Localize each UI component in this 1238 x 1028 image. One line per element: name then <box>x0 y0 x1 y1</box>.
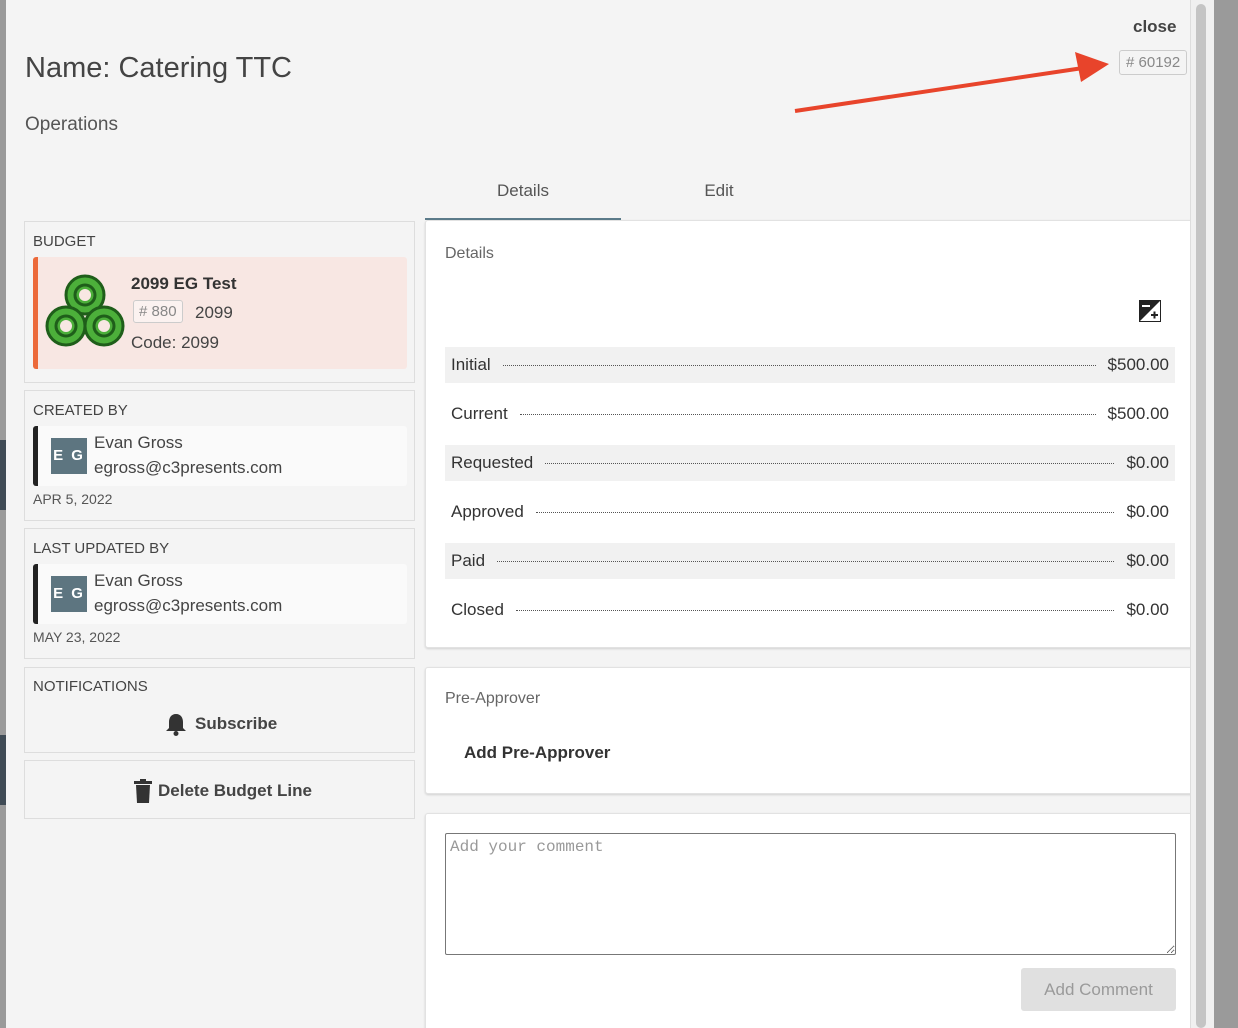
add-pre-approver-button[interactable]: Add Pre-Approver <box>464 743 610 763</box>
bell-icon <box>166 714 186 736</box>
amount-row-requested: Requested $0.00 <box>445 445 1175 481</box>
dotted-leader <box>497 560 1115 562</box>
dotted-leader <box>515 609 1115 611</box>
dotted-leader <box>545 462 1115 464</box>
budget-card: BUDGET 2099 EG Test # 880 2099 Code: 209… <box>24 221 415 383</box>
delete-budget-line-button[interactable]: Delete Budget Line <box>134 779 312 803</box>
dotted-leader <box>502 364 1096 366</box>
comment-input[interactable] <box>445 833 1176 955</box>
row-label: Closed <box>451 600 504 619</box>
budget-code: Code: 2099 <box>131 333 219 352</box>
created-by-card: CREATED BY E G Evan Gross egross@c3prese… <box>24 390 415 521</box>
row-label: Paid <box>451 551 486 570</box>
amount-row-current: Current $500.00 <box>445 396 1175 432</box>
budget-logo-icon <box>45 274 125 347</box>
row-label: Initial <box>451 355 491 374</box>
exposure-icon[interactable] <box>1138 299 1162 323</box>
amount-row-initial: Initial $500.00 <box>445 347 1175 383</box>
updated-date: MAY 23, 2022 <box>33 629 121 645</box>
scrollbar[interactable] <box>1190 0 1214 1028</box>
user-entry: E G Evan Gross egross@c3presents.com <box>33 564 407 624</box>
tab-edit[interactable]: Edit <box>621 172 817 220</box>
close-button[interactable]: close <box>1133 17 1176 37</box>
row-value: $500.00 <box>1107 355 1169 374</box>
row-value: $0.00 <box>1126 453 1169 472</box>
annotation-arrow-icon <box>794 52 1109 113</box>
budget-item[interactable]: 2099 EG Test # 880 2099 Code: 2099 <box>33 257 407 369</box>
created-by-label: CREATED BY <box>33 402 128 419</box>
amount-row-closed: Closed $0.00 <box>445 592 1175 628</box>
page-subtitle: Operations <box>25 114 118 135</box>
scrollbar-thumb[interactable] <box>1196 4 1206 1028</box>
tab-bar: Details Edit <box>425 172 815 220</box>
subscribe-label: Subscribe <box>195 714 278 733</box>
delete-card: Delete Budget Line <box>24 760 415 819</box>
tab-details[interactable]: Details <box>425 172 621 220</box>
avatar: E G <box>51 576 87 612</box>
last-updated-by-label: LAST UPDATED BY <box>33 540 170 557</box>
notifications-card: NOTIFICATIONS Subscribe <box>24 667 415 753</box>
amount-row-paid: Paid $0.00 <box>445 543 1175 579</box>
page-title: Name: Catering TTC <box>25 52 292 84</box>
delete-label: Delete Budget Line <box>158 781 312 800</box>
id-badge: # 60192 <box>1119 50 1188 75</box>
details-panel: Details Initial $500.00 Current $500.00 … <box>425 220 1195 648</box>
row-value: $0.00 <box>1126 600 1169 619</box>
last-updated-by-card: LAST UPDATED BY E G Evan Gross egross@c3… <box>24 528 415 659</box>
dotted-leader <box>535 511 1115 513</box>
user-name: Evan Gross <box>94 433 183 452</box>
row-value: $500.00 <box>1107 404 1169 423</box>
pre-approver-title: Pre-Approver <box>445 690 541 707</box>
comment-panel: Add Comment <box>425 813 1195 1028</box>
amount-row-approved: Approved $0.00 <box>445 494 1175 530</box>
user-email: egross@c3presents.com <box>94 458 283 477</box>
row-label: Approved <box>451 502 524 521</box>
details-title: Details <box>445 245 494 262</box>
created-date: APR 5, 2022 <box>33 491 113 507</box>
avatar: E G <box>51 438 87 474</box>
budget-year: 2099 <box>195 303 233 322</box>
subscribe-button[interactable]: Subscribe <box>165 712 277 736</box>
pre-approver-panel: Pre-Approver Add Pre-Approver <box>425 667 1195 794</box>
budget-section-label: BUDGET <box>33 233 96 250</box>
user-email: egross@c3presents.com <box>94 596 283 615</box>
budget-id-badge: # 880 <box>133 300 183 323</box>
row-value: $0.00 <box>1126 502 1169 521</box>
notifications-label: NOTIFICATIONS <box>33 678 148 695</box>
row-label: Current <box>451 404 508 423</box>
trash-icon <box>134 779 152 803</box>
user-entry: E G Evan Gross egross@c3presents.com <box>33 426 407 486</box>
user-name: Evan Gross <box>94 571 183 590</box>
dotted-leader <box>519 413 1096 415</box>
row-label: Requested <box>451 453 534 472</box>
budget-name: 2099 EG Test <box>131 274 237 293</box>
amount-list: Initial $500.00 Current $500.00 Requeste… <box>445 347 1175 641</box>
row-value: $0.00 <box>1126 551 1169 570</box>
add-comment-button[interactable]: Add Comment <box>1021 968 1176 1011</box>
budget-line-modal: close # 60192 Name: Catering TTC Operati… <box>6 0 1214 1028</box>
